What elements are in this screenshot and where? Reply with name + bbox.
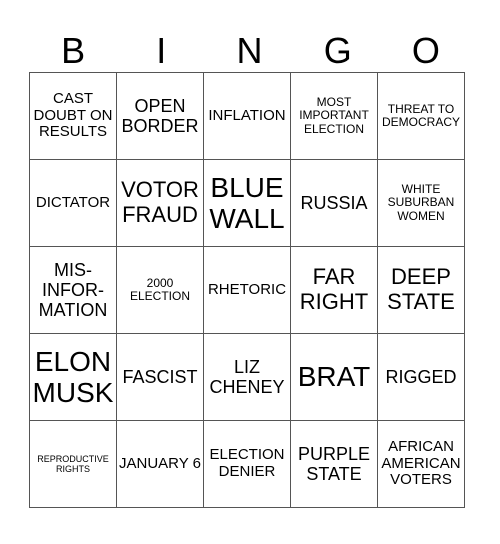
bingo-cell[interactable]: WHITE SUBURBAN WOMEN bbox=[377, 159, 465, 247]
bingo-cell[interactable]: OPEN BORDER bbox=[116, 72, 204, 160]
bingo-row: MIS-INFOR-MATION 2000 ELECTION RHETORIC FAR… bbox=[29, 246, 465, 334]
bingo-cell[interactable]: 2000 ELECTION bbox=[116, 246, 204, 334]
bingo-cell[interactable]: ELECTION DENIER bbox=[203, 420, 291, 508]
bingo-cell[interactable]: FAR RIGHT bbox=[290, 246, 378, 334]
bingo-cell[interactable]: ELON MUSK bbox=[29, 333, 117, 421]
bingo-cell[interactable]: REPRODUCTIVE RIGHTS bbox=[29, 420, 117, 508]
bingo-card: CAST DOUBT ON RESULTS OPEN BORDER INFLATIO… bbox=[29, 72, 465, 508]
bingo-header: B I N G O bbox=[29, 30, 470, 72]
header-letter: B bbox=[61, 30, 86, 71]
bingo-cell[interactable]: VOTOR FRAUD bbox=[116, 159, 204, 247]
bingo-row: ELON MUSK FASCIST LIZ CHENEY BRAT RIGGED bbox=[29, 333, 465, 421]
bingo-cell[interactable]: PURPLE STATE bbox=[290, 420, 378, 508]
bingo-cell[interactable]: DEEP STATE bbox=[377, 246, 465, 334]
bingo-cell[interactable]: THREAT TO DEMOCRACY bbox=[377, 72, 465, 160]
bingo-cell[interactable]: AFRICAN AMERICAN VOTERS bbox=[377, 420, 465, 508]
bingo-cell[interactable]: RIGGED bbox=[377, 333, 465, 421]
bingo-cell[interactable]: RUSSIA bbox=[290, 159, 378, 247]
header-letter: I bbox=[156, 30, 167, 71]
header-letter: N bbox=[236, 30, 263, 71]
bingo-cell[interactable]: JANUARY 6 bbox=[116, 420, 204, 508]
header-letter: G bbox=[323, 30, 352, 71]
bingo-cell[interactable]: INFLATION bbox=[203, 72, 291, 160]
bingo-row: CAST DOUBT ON RESULTS OPEN BORDER INFLATIO… bbox=[29, 72, 465, 160]
bingo-cell[interactable]: MOST IMPORTANT ELECTION bbox=[290, 72, 378, 160]
bingo-row: DICTATOR VOTOR FRAUD BLUE WALL RUSSIA WHITE … bbox=[29, 159, 465, 247]
bingo-cell[interactable]: FASCIST bbox=[116, 333, 204, 421]
header-letter: O bbox=[411, 30, 440, 71]
bingo-cell[interactable]: BRAT bbox=[290, 333, 378, 421]
bingo-cell[interactable]: CAST DOUBT ON RESULTS bbox=[29, 72, 117, 160]
bingo-cell[interactable]: DICTATOR bbox=[29, 159, 117, 247]
bingo-cell[interactable]: BLUE WALL bbox=[203, 159, 291, 247]
bingo-cell[interactable]: RHETORIC bbox=[203, 246, 291, 334]
bingo-cell[interactable]: LIZ CHENEY bbox=[203, 333, 291, 421]
bingo-cell[interactable]: MIS-INFOR-MATION bbox=[29, 246, 117, 334]
bingo-row: REPRODUCTIVE RIGHTS JANUARY 6 ELECTION DEN… bbox=[29, 420, 465, 508]
